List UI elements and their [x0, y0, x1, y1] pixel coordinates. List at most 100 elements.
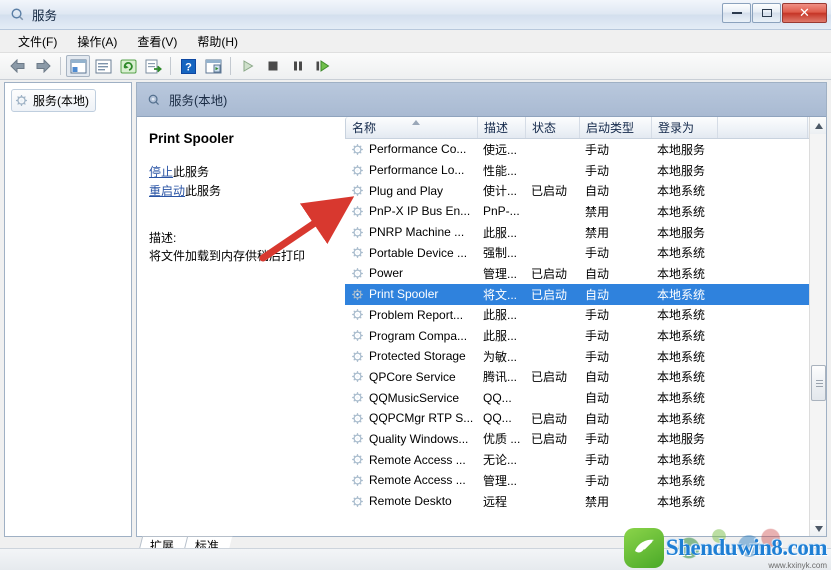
start-service-icon[interactable] [236, 55, 260, 77]
table-row[interactable]: Performance Co... 使远... 手动 本地服务 [345, 139, 826, 160]
services-header-icon [148, 94, 159, 105]
gear-icon [352, 143, 363, 155]
toolbar-separator [60, 57, 61, 75]
table-row[interactable]: Remote Deskto 远程 禁用 本地系统 [345, 491, 826, 512]
tree-item-services-local[interactable]: 服务(本地) [11, 89, 96, 112]
table-row[interactable]: PNRP Machine ... 此服... 禁用 本地服务 [345, 222, 826, 243]
table-row-selected[interactable]: Print Spooler 将文... 已启动 自动 本地系统 [345, 283, 826, 305]
menu-help[interactable]: 帮助(H) [187, 31, 248, 52]
cell-desc: 远程 [483, 494, 508, 509]
description-label: 描述: [149, 231, 177, 245]
menu-file[interactable]: 文件(F) [8, 31, 67, 52]
cell-desc: QQ... [483, 411, 512, 426]
service-name-text: Performance Co... [369, 142, 467, 157]
table-row[interactable]: Program Compa... 此服... 手动 本地系统 [345, 325, 826, 346]
scrollbar-thumb[interactable] [811, 365, 826, 401]
forward-icon[interactable] [31, 55, 55, 77]
table-row[interactable]: Portable Device ... 强制... 手动 本地系统 [345, 242, 826, 263]
restart-service-icon[interactable] [311, 55, 335, 77]
gear-icon [352, 309, 363, 321]
cell-logon: 本地系统 [657, 329, 706, 344]
table-row[interactable]: Quality Windows... 优质 ... 已启动 手动 本地服务 [345, 429, 826, 450]
cell-name: Remote Deskto [345, 494, 477, 508]
stop-service-suffix: 此服务 [173, 165, 210, 179]
menu-action[interactable]: 操作(A) [67, 31, 127, 52]
gear-icon [352, 185, 363, 197]
cell-name: Print Spooler [345, 287, 477, 301]
maximize-button[interactable] [752, 3, 781, 23]
cell-logon: 本地系统 [657, 308, 706, 323]
column-header-0[interactable]: 名称 [346, 117, 478, 138]
menu-view[interactable]: 查看(V) [127, 31, 187, 52]
gear-icon [352, 412, 363, 424]
vertical-scrollbar[interactable] [809, 117, 826, 536]
close-button[interactable]: ✕ [782, 3, 827, 23]
column-header-2[interactable]: 状态 [526, 117, 580, 138]
cell-name: Quality Windows... [345, 432, 477, 446]
cell-startup: 自动 [585, 411, 610, 426]
cell-name: PNRP Machine ... [345, 225, 477, 239]
table-row[interactable]: Plug and Play 使计... 已启动 自动 本地系统 [345, 180, 826, 201]
cell-startup: 禁用 [585, 494, 610, 509]
show-tree-icon[interactable] [66, 55, 90, 77]
table-row[interactable]: Remote Access ... 管理... 手动 本地系统 [345, 470, 826, 491]
content-header: 服务(本地) [137, 83, 826, 117]
pause-service-icon[interactable] [286, 55, 310, 77]
column-header-3[interactable]: 启动类型 [580, 117, 652, 138]
table-row[interactable]: QQMusicService QQ... 自动 本地系统 [345, 387, 826, 408]
details-and-list-pane: 服务(本地) Print Spooler 停止此服务 重启动此服务 描述: 将文… [136, 82, 827, 537]
table-row[interactable]: QPCore Service 腾讯... 已启动 自动 本地系统 [345, 367, 826, 388]
cell-name: QPCore Service [345, 370, 477, 384]
scroll-up-arrow[interactable] [810, 117, 826, 134]
back-icon[interactable] [6, 55, 30, 77]
service-name-text: Quality Windows... [369, 431, 469, 446]
stop-service-link[interactable]: 停止 [149, 165, 173, 179]
cell-startup: 手动 [585, 163, 610, 178]
cell-status: 已启动 [531, 370, 568, 385]
watermark-logo-icon [623, 528, 664, 568]
cell-logon: 本地系统 [657, 287, 706, 302]
table-row[interactable]: Performance Lo... 性能... 手动 本地服务 [345, 160, 826, 181]
properties-icon[interactable] [91, 55, 115, 77]
cell-desc: 为敏... [483, 349, 518, 364]
service-name-text: Protected Storage [369, 349, 466, 364]
cell-status: 已启动 [531, 411, 568, 426]
table-row[interactable]: Power 管理... 已启动 自动 本地系统 [345, 263, 826, 284]
service-name-text: Print Spooler [369, 287, 439, 302]
refresh-icon[interactable] [116, 55, 140, 77]
cell-desc: PnP-... [483, 204, 520, 219]
table-row[interactable]: Protected Storage 为敏... 手动 本地系统 [345, 346, 826, 367]
export-list-icon[interactable] [141, 55, 165, 77]
stop-service-icon[interactable] [261, 55, 285, 77]
show-action-pane-icon[interactable] [201, 55, 225, 77]
cell-desc: 使计... [483, 184, 518, 199]
services-list: 名称 描述 状态 启动类型 登录为 Performance Co... 使远... 手动本地… [345, 117, 826, 536]
cell-status: 已启动 [531, 432, 568, 447]
column-header-1[interactable]: 描述 [478, 117, 526, 138]
gear-icon [352, 164, 363, 176]
list-rows-container: Performance Co... 使远... 手动本地服务 Performance … [345, 139, 826, 536]
cell-logon: 本地服务 [657, 225, 706, 240]
content-body: Print Spooler 停止此服务 重启动此服务 描述: 将文件加载到内存供… [137, 117, 826, 536]
content-header-label: 服务(本地) [169, 94, 228, 108]
tree-item-label: 服务(本地) [33, 94, 89, 108]
service-name-text: Program Compa... [369, 328, 468, 343]
table-row[interactable]: QQPCMgr RTP S... QQ... 已启动 自动 本地系统 [345, 408, 826, 429]
cell-name: QQMusicService [345, 391, 477, 405]
watermark-text: Shenduwin8.com [665, 535, 828, 560]
gear-icon [352, 226, 363, 238]
service-name-text: Performance Lo... [369, 163, 465, 178]
cell-desc: 使远... [483, 142, 518, 157]
sort-ascending-icon [412, 120, 420, 125]
column-header-4[interactable]: 登录为 [652, 117, 718, 138]
service-name-text: Power [369, 266, 404, 281]
column-header-5[interactable] [718, 117, 808, 138]
cell-logon: 本地服务 [657, 432, 706, 447]
restart-service-link[interactable]: 重启动 [149, 184, 185, 198]
table-row[interactable]: Remote Access ... 无论... 手动 本地系统 [345, 449, 826, 470]
table-row[interactable]: PnP-X IP Bus En... PnP-... 禁用 本地系统 [345, 201, 826, 222]
help-icon[interactable]: ? [176, 55, 200, 77]
minimize-button[interactable] [722, 3, 751, 23]
cell-name: Portable Device ... [345, 246, 477, 260]
table-row[interactable]: Problem Report... 此服... 手动 本地系统 [345, 305, 826, 326]
